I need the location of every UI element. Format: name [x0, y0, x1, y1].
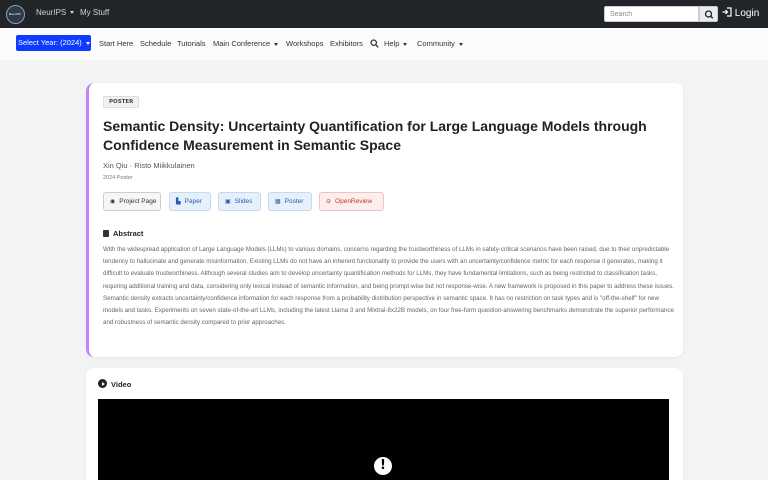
- search-icon: [370, 39, 379, 48]
- nav-neurips-label: NeurIPS: [36, 8, 67, 17]
- file-text-icon: [103, 230, 109, 237]
- year-select-label: Select Year: (2024): [18, 38, 82, 47]
- subnav-label: Start Here: [99, 39, 134, 48]
- subnav-item-main-conference[interactable]: Main Conference: [213, 39, 279, 48]
- paper-title: Semantic Density: Uncertainty Quantifica…: [103, 118, 647, 153]
- abstract-text: With the widespread application of Large…: [103, 246, 674, 327]
- link-icon: ⊖: [326, 199, 332, 205]
- poster-button[interactable]: ▦ Poster: [268, 192, 312, 211]
- video-player[interactable]: !: [98, 399, 669, 480]
- subnav-label: Tutorials: [177, 39, 206, 48]
- slides-icon: ▣: [225, 199, 231, 205]
- video-heading-label: Video: [111, 380, 132, 389]
- paper-card: POSTER Semantic Density: Uncertainty Qua…: [86, 83, 683, 357]
- logo-text: NeurIPS: [9, 12, 21, 16]
- subnav-label: Help: [384, 39, 400, 48]
- poster-label: Poster: [284, 198, 304, 205]
- video-card: Video !: [86, 368, 683, 480]
- image-icon: ▦: [275, 199, 281, 205]
- project-page-button[interactable]: ◉ Project Page: [103, 192, 161, 211]
- search-button[interactable]: [699, 6, 718, 22]
- abstract-heading: Abstract: [103, 229, 143, 238]
- subnav-item-exhibitors[interactable]: Exhibitors: [330, 39, 363, 48]
- globe-icon: ◉: [110, 199, 116, 205]
- paper-event: 2024 Poster: [103, 175, 133, 181]
- nav-my-stuff[interactable]: My Stuff: [80, 8, 109, 17]
- subnav-label: Community: [417, 39, 455, 48]
- abstract-heading-label: Abstract: [113, 229, 144, 238]
- play-circle-icon: [98, 379, 107, 388]
- exclamation-circle-icon: !: [374, 457, 392, 475]
- openreview-button[interactable]: ⊖ OpenReview: [319, 192, 384, 211]
- chevron-down-icon: [403, 42, 408, 46]
- chevron-down-icon: [458, 42, 463, 46]
- subnav-item-help[interactable]: Help: [384, 39, 408, 48]
- paper-authors: Xin Qiu · Risto Miikkulainen: [103, 161, 195, 170]
- subnav-item-workshops[interactable]: Workshops: [286, 39, 323, 48]
- chevron-down-icon: [274, 42, 279, 46]
- paper-button[interactable]: ▙ Paper: [169, 192, 211, 211]
- nav-neurips-dropdown[interactable]: NeurIPS: [36, 8, 75, 17]
- subnav-item-start-here[interactable]: Start Here: [99, 39, 133, 48]
- subnav-item-tutorials[interactable]: Tutorials: [177, 39, 205, 48]
- top-navbar: NeurIPS NeurIPS My Stuff Login: [0, 0, 768, 28]
- poster-badge: POSTER: [103, 96, 140, 108]
- project-page-label: Project Page: [119, 198, 157, 205]
- slides-button[interactable]: ▣ Slides: [218, 192, 261, 211]
- nav-my-stuff-label: My Stuff: [80, 8, 110, 17]
- subnav-item-community[interactable]: Community: [417, 39, 463, 48]
- login-label: Login: [734, 8, 760, 19]
- video-heading: Video: [98, 379, 131, 389]
- slides-label: Slides: [234, 198, 253, 205]
- subnav-label: Exhibitors: [330, 39, 363, 48]
- sign-in-icon: [722, 7, 732, 17]
- paper-label: Paper: [184, 198, 202, 205]
- pdf-icon: ▙: [176, 199, 181, 205]
- subnav-item-schedule[interactable]: Schedule: [140, 39, 171, 48]
- subnav-label: Main Conference: [213, 39, 271, 48]
- chevron-down-icon: [70, 11, 75, 15]
- conference-subnav: Select Year: (2024) Start Here Schedule …: [0, 28, 768, 60]
- search-input[interactable]: [604, 6, 699, 22]
- openreview-label: OpenReview: [335, 198, 373, 205]
- chevron-down-icon: [85, 41, 90, 45]
- subnav-label: Schedule: [140, 39, 172, 48]
- login-link[interactable]: Login: [722, 7, 759, 19]
- subnav-label: Workshops: [286, 39, 324, 48]
- subnav-search-button[interactable]: [370, 39, 379, 50]
- search-icon: [704, 10, 714, 19]
- year-select-button[interactable]: Select Year: (2024): [16, 35, 91, 51]
- neurips-logo[interactable]: NeurIPS: [6, 5, 25, 24]
